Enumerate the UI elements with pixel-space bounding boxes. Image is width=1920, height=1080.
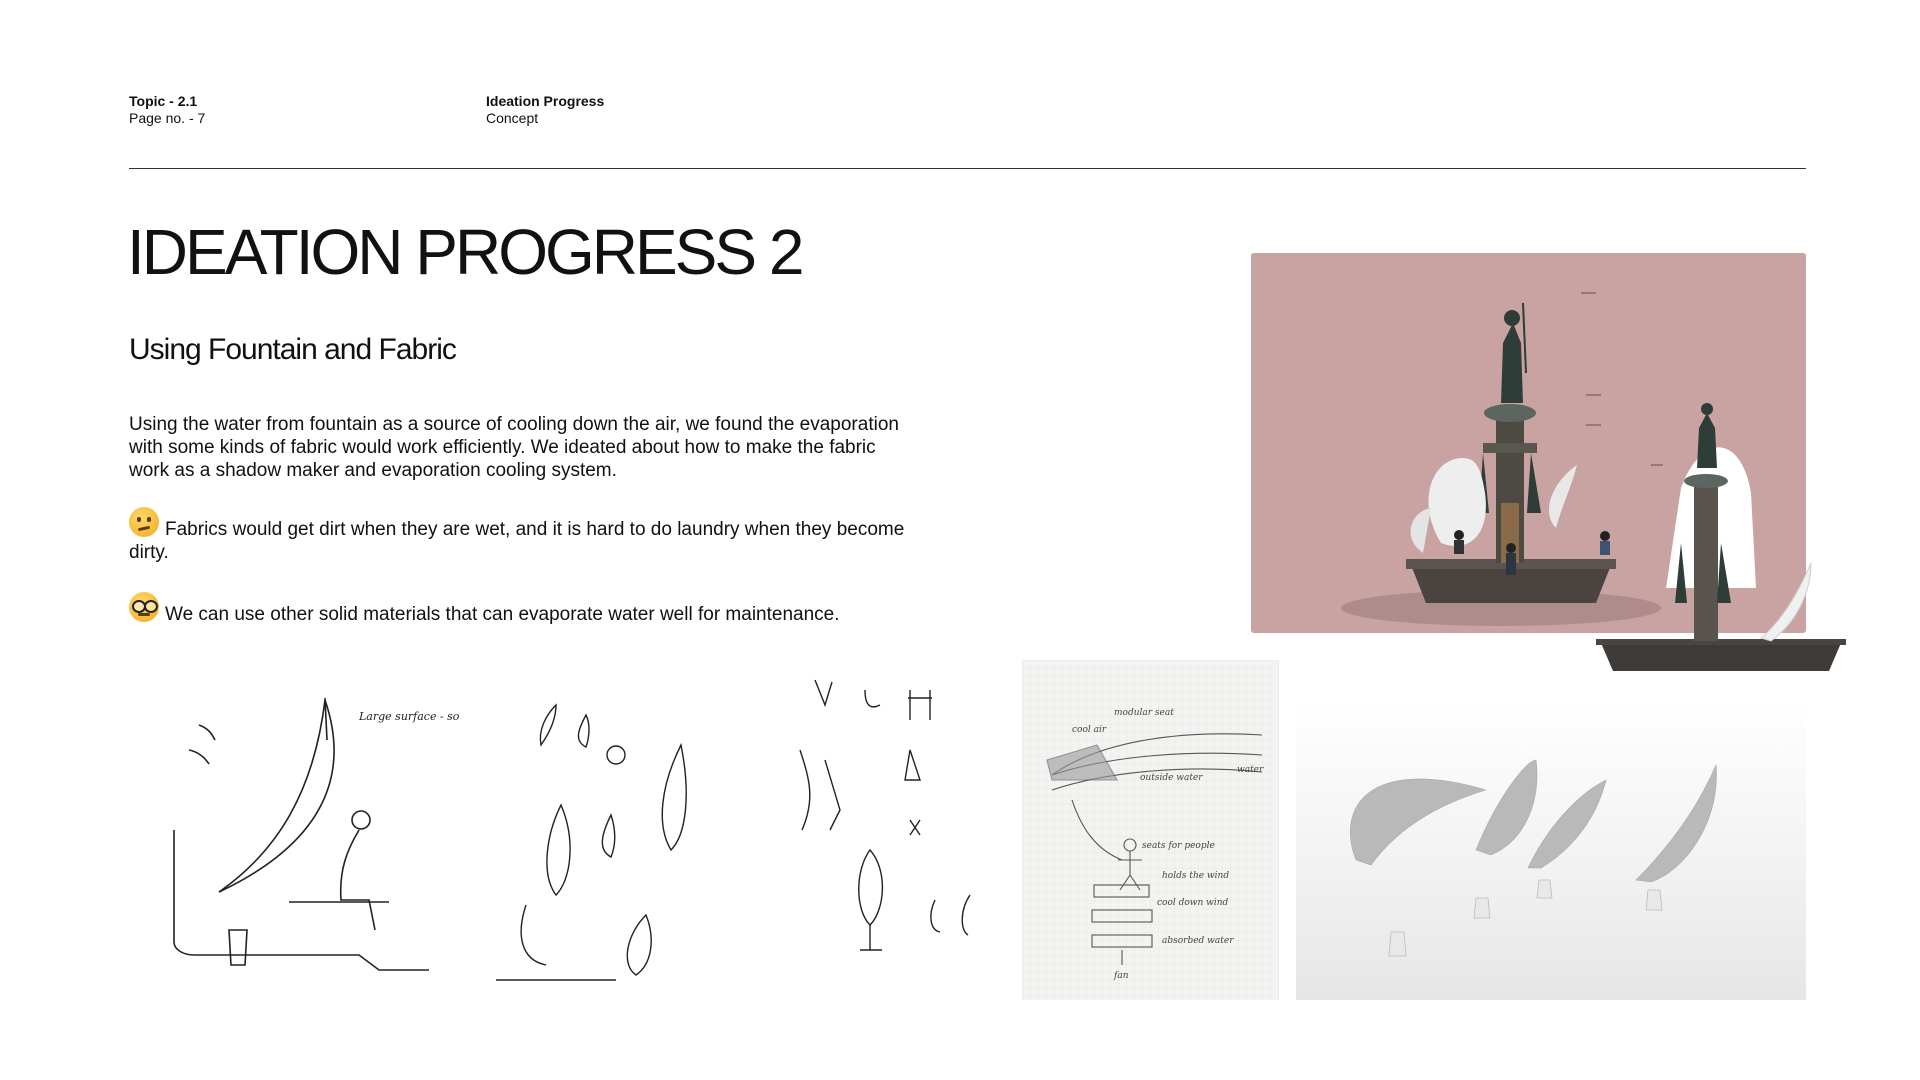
page-number: Page no. - 7: [129, 110, 206, 126]
solution-note: We can use other solid materials that ca…: [129, 592, 919, 626]
render-sail-forms: [1296, 700, 1806, 1000]
s4-note-g: cool down wind: [1157, 898, 1229, 908]
s4-note-b: modular seat: [1114, 708, 1174, 718]
s4-note-e: seats for people: [1142, 841, 1215, 851]
page-title: IDEATION PROGRESS 2: [127, 216, 804, 288]
s4-note-a: cool air: [1072, 725, 1107, 735]
nerd-face-emoji-icon: [129, 592, 159, 622]
s4-note-h: absorbed water: [1162, 936, 1234, 946]
fountain-illustration: [1341, 292, 1846, 671]
page-subtitle: Using Fountain and Fabric: [129, 333, 457, 366]
sketch-1-note: Large surface - soaking potential Exposu…: [358, 710, 459, 723]
sketch-large-sail: Large surface - soaking potential Exposu…: [129, 680, 459, 980]
s4-note-c: water: [1237, 765, 1264, 775]
topic-label: Topic - 2.1: [129, 93, 198, 109]
sketch-fabric-details: [770, 670, 1005, 970]
header-topic-block: Topic - 2.1 Page no. - 7: [129, 93, 205, 127]
thinking-face-emoji-icon: [129, 507, 159, 537]
intro-paragraph: Using the water from fountain as a sourc…: [129, 414, 899, 481]
problem-note-text: Fabrics would get dirt when they are wet…: [129, 519, 905, 563]
s4-note-f: holds the wind: [1162, 871, 1229, 881]
s4-note-d: outside water: [1140, 773, 1203, 783]
section-subtitle: Concept: [486, 110, 539, 126]
problem-note: Fabrics would get dirt when they are wet…: [129, 507, 919, 564]
sketch-cooling-system: cool air modular seat water outside wate…: [1022, 660, 1279, 1000]
header-divider: [129, 168, 1806, 169]
solution-note-text: We can use other solid materials that ca…: [165, 604, 840, 625]
header-section-block: Ideation Progress Concept: [486, 93, 604, 127]
sketch-sail-variations: [486, 675, 736, 995]
s4-note-i: fan: [1113, 971, 1129, 981]
section-title: Ideation Progress: [486, 93, 605, 109]
